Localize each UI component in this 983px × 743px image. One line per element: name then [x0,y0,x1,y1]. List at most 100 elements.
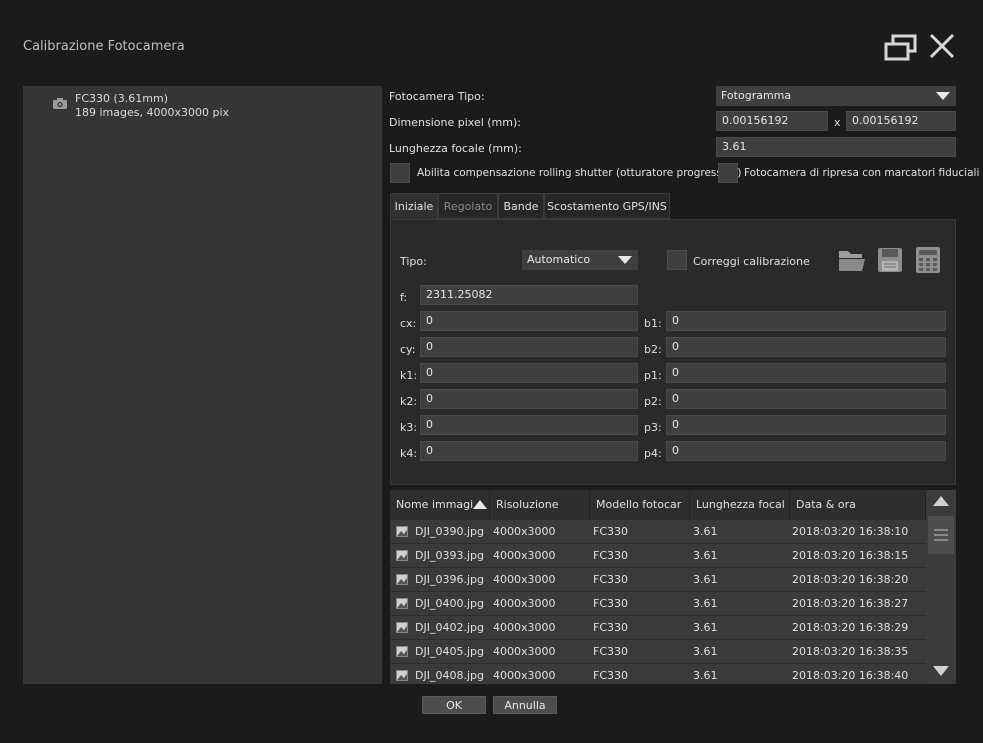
table-scrollbar[interactable] [926,490,956,684]
rolling-shutter-checkbox[interactable] [390,163,410,183]
k4-label: k4: [400,447,418,460]
table-row[interactable]: DJI_0402.jpg 4000x3000 FC330 3.61 2018:0… [390,616,926,640]
focal-length-input[interactable]: 3.61 [716,137,956,157]
camera-list-panel [23,86,382,684]
cell-datetime: 2018:03:20 16:38:10 [792,525,909,538]
open-calibration-button[interactable] [838,247,866,273]
cell-focal-length: 3.61 [693,669,718,682]
table-row[interactable]: DJI_0400.jpg 4000x3000 FC330 3.61 2018:0… [390,592,926,616]
p3-label: p3: [644,421,662,434]
ok-button[interactable]: OK [422,696,486,714]
image-file-icon [396,646,408,657]
save-calibration-button[interactable] [877,247,903,273]
correct-calibration-checkbox[interactable] [667,250,687,270]
cell-focal-length: 3.61 [693,549,718,562]
cell-resolution: 4000x3000 [493,525,556,538]
cell-resolution: 4000x3000 [493,669,556,682]
cell-resolution: 4000x3000 [493,621,556,634]
k2-input[interactable]: 0 [420,389,638,409]
cell-camera-model: FC330 [593,621,629,634]
image-file-icon [396,670,408,681]
camera-type-value: Fotogramma [721,89,792,102]
camera-type-select[interactable]: Fotogramma [716,86,956,106]
close-window-button[interactable] [928,32,956,60]
table-row[interactable]: DJI_0396.jpg 4000x3000 FC330 3.61 2018:0… [390,568,926,592]
pixel-size-label: Dimensione pixel (mm): [389,116,521,129]
column-header-datetime[interactable]: Data & ora [790,490,926,520]
p2-input[interactable]: 0 [666,389,946,409]
table-row[interactable]: DJI_0405.jpg 4000x3000 FC330 3.61 2018:0… [390,640,926,664]
fiducial-checkbox[interactable] [718,163,738,183]
scrollbar-thumb[interactable] [928,516,954,554]
pixel-size-y-input[interactable]: 0.00156192 [846,111,956,131]
f-label: f: [400,291,408,304]
p4-label: p4: [644,447,662,460]
cell-datetime: 2018:03:20 16:38:27 [792,597,909,610]
column-header-camera-model[interactable]: Modello fotocar [590,490,690,520]
cell-focal-length: 3.61 [693,645,718,658]
save-icon [878,248,902,272]
cell-resolution: 4000x3000 [493,597,556,610]
grip-icon [934,529,948,541]
image-file-icon [396,526,408,537]
cancel-button[interactable]: Annulla [493,696,557,714]
cell-camera-model: FC330 [593,573,629,586]
cell-name: DJI_0390.jpg [415,525,484,538]
p4-input[interactable]: 0 [666,441,946,461]
image-file-icon [396,622,408,633]
fiducial-label: Fotocamera di ripresa con marcatori fidu… [744,167,980,179]
camera-info: 189 images, 4000x3000 pix [75,106,230,119]
cell-camera-model: FC330 [593,525,629,538]
cell-datetime: 2018:03:20 16:38:40 [792,669,909,682]
cell-name: DJI_0402.jpg [415,621,484,634]
calculator-button[interactable] [915,246,941,274]
cell-name: DJI_0405.jpg [415,645,484,658]
cell-focal-length: 3.61 [693,573,718,586]
cell-datetime: 2018:03:20 16:38:29 [792,621,909,634]
b2-input[interactable]: 0 [666,337,946,357]
p2-label: p2: [644,395,662,408]
tab-regolato[interactable]: Regolato [438,193,498,219]
column-header-resolution[interactable]: Risoluzione [490,490,590,520]
k1-label: k1: [400,369,418,382]
cy-input[interactable]: 0 [420,337,638,357]
k3-input[interactable]: 0 [420,415,638,435]
table-row[interactable]: DJI_0390.jpg 4000x3000 FC330 3.61 2018:0… [390,520,926,544]
window-title: Calibrazione Fotocamera [23,39,185,54]
b1-input[interactable]: 0 [666,311,946,331]
calculator-icon [916,247,940,273]
tipo-select[interactable]: Automatico [522,250,638,270]
scroll-down-icon[interactable] [933,666,949,676]
tab-bande[interactable]: Bande [498,193,544,219]
image-table: Nome immagi Risoluzione Modello fotocar … [390,490,956,684]
tipo-value: Automatico [527,253,591,266]
k1-input[interactable]: 0 [420,363,638,383]
k3-label: k3: [400,421,418,434]
cell-camera-model: FC330 [593,669,629,682]
f-input[interactable]: 2311.25082 [420,285,638,305]
cell-datetime: 2018:03:20 16:38:35 [792,645,909,658]
restore-window-button[interactable] [884,34,918,62]
p1-input[interactable]: 0 [666,363,946,383]
rolling-shutter-label: Abilita compensazione rolling shutter (o… [417,167,742,179]
k4-input[interactable]: 0 [420,441,638,461]
restore-icon [884,34,917,61]
cx-input[interactable]: 0 [420,311,638,331]
folder-icon [839,251,865,271]
column-header-focal-length[interactable]: Lunghezza focal [690,490,790,520]
scroll-up-icon[interactable] [933,496,949,506]
pixel-size-x-input[interactable]: 0.00156192 [716,111,828,131]
cell-resolution: 4000x3000 [493,573,556,586]
table-row[interactable]: DJI_0408.jpg 4000x3000 FC330 3.61 2018:0… [390,664,926,684]
correct-calibration-label: Correggi calibrazione [693,255,810,268]
camera-name: FC330 (3.61mm) [75,92,169,105]
tab-iniziale[interactable]: Iniziale [390,193,438,219]
p3-input[interactable]: 0 [666,415,946,435]
table-row[interactable]: DJI_0393.jpg 4000x3000 FC330 3.61 2018:0… [390,544,926,568]
tab-scostamento-gps[interactable]: Scostamento GPS/INS [544,193,670,219]
cell-datetime: 2018:03:20 16:38:20 [792,573,909,586]
cell-name: DJI_0393.jpg [415,549,484,562]
chevron-down-icon [618,256,632,264]
cell-camera-model: FC330 [593,645,629,658]
b2-label: b2: [644,343,662,356]
